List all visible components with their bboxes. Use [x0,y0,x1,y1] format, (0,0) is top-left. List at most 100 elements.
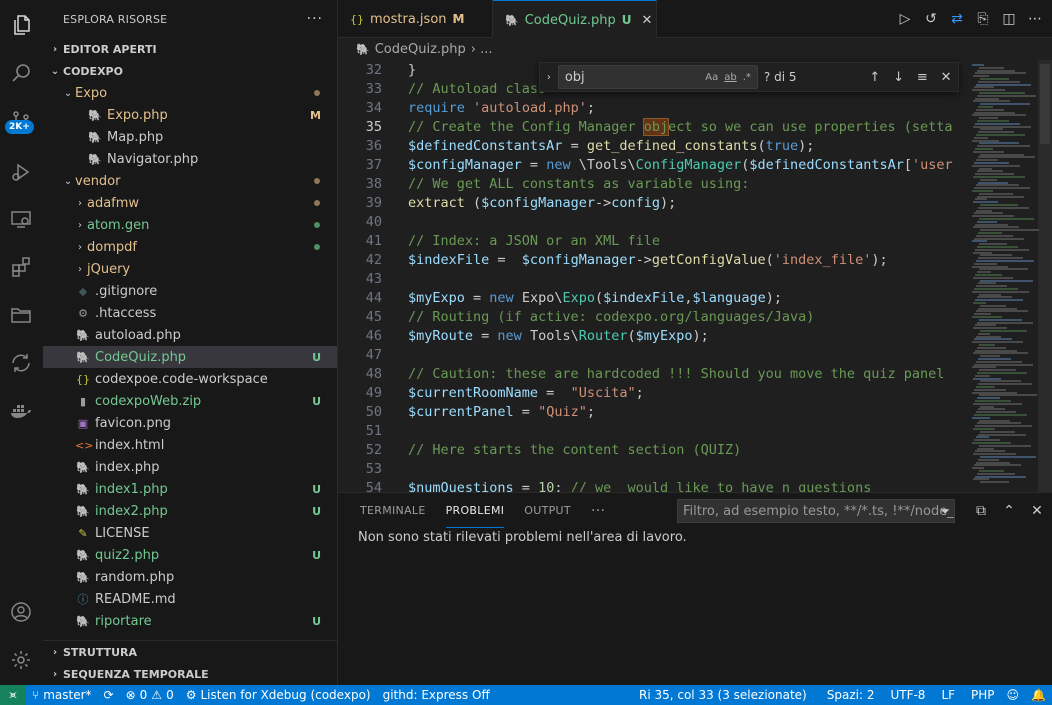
maximize-panel-chevron-up-icon[interactable]: ⌃ [1000,502,1018,520]
settings-gear-icon[interactable] [6,645,36,675]
code-line[interactable]: 43 [338,269,968,288]
tree-item[interactable]: 🐘 riportare U [43,610,337,632]
remote-explorer-icon[interactable] [6,204,36,234]
compare-changes-icon[interactable]: ⇄ [948,10,966,28]
end-of-line[interactable]: LF [935,688,961,702]
language-mode[interactable]: PHP [965,688,1001,702]
section-sequenza-temporale[interactable]: › SEQUENZA TEMPORALE [43,663,337,685]
tree-item[interactable]: 🐘 index2.php U [43,500,337,522]
code-line[interactable]: 44 $myExpo = new Expo\Expo($indexFile,$la… [338,288,968,307]
split-editor-icon[interactable]: ◫ [1000,10,1018,28]
find-input[interactable]: obj Aa ab .* [557,65,758,89]
scrollbar[interactable] [1038,60,1052,492]
section-project[interactable]: ⌄ CODEXPO [43,60,337,82]
problems-status[interactable]: ⊗ 0 ⚠ 0 [120,688,180,702]
previous-match-arrow-up-icon[interactable]: ↑ [863,70,887,85]
code-editor[interactable]: 32} 33 // Autoload class 34 require 'autoloa… [338,60,968,492]
code-line[interactable]: 34 require 'autoload.php'; [338,98,968,117]
find-in-selection-icon[interactable]: ≡ [910,70,934,85]
collapse-all-icon[interactable]: ⧉ [972,502,990,520]
whole-word-icon[interactable]: ab [724,72,736,83]
next-match-arrow-down-icon[interactable]: ↓ [887,70,911,85]
code-line[interactable]: 51 [338,421,968,440]
timeline-history-icon[interactable]: ↺ [922,10,940,28]
section-struttura[interactable]: › STRUTTURA [43,641,337,663]
code-line[interactable]: 46 $myRoute = new Tools\Router($myExpo); [338,326,968,345]
code-line[interactable]: 48 // Caution: these are hardcoded !!! Sh… [338,364,968,383]
tab-output[interactable]: OUTPUT [524,493,571,528]
filter-funnel-icon[interactable]: ⏷ [940,504,950,519]
tree-item[interactable]: 🐘 random.php [43,566,337,588]
run-debug-icon[interactable] [6,157,36,187]
tree-item[interactable]: ✎ LICENSE [43,522,337,544]
code-line[interactable]: 52 // Here starts the content section (QU… [338,440,968,459]
tree-item[interactable]: › atom.gen [43,214,337,236]
code-line[interactable]: 54 $numQuestions = 10; // we would like t… [338,478,968,493]
tree-item[interactable]: ⌄ Expo [43,82,337,104]
code-line[interactable]: 49 $currentRoomName = "Uscita"; [338,383,968,402]
toggle-replace-chevron-icon[interactable]: › [540,72,558,83]
breadcrumb-separator[interactable]: › ... [471,42,493,57]
problems-filter-input[interactable]: Filtro, ad esempio testo, **/*.ts, !**/n… [677,499,955,523]
open-changes-icon[interactable]: ⎘ [974,10,992,28]
close-icon[interactable]: ✕ [934,70,958,85]
feedback-icon[interactable]: ☺ [1001,688,1026,702]
branch-status[interactable]: ⑂ master* [26,688,98,702]
folder-icon[interactable] [6,300,36,330]
tree-item[interactable]: ▣ favicon.png [43,412,337,434]
tree-item[interactable]: 🐘 Map.php [43,126,337,148]
tree-item[interactable]: 🐘 index1.php U [43,478,337,500]
code-line[interactable]: 39 extract ($configManager->config); [338,193,968,212]
indentation[interactable]: Spazi: 2 [821,688,881,702]
sync-icon[interactable] [6,348,36,378]
regex-icon[interactable]: .* [743,72,751,83]
cursor-position[interactable]: Ri 35, col 33 (3 selezionate) [633,688,813,702]
tab-codequiz-php[interactable]: 🐘 CodeQuiz.php U ✕ [493,0,657,39]
tree-item[interactable]: 🐘 quiz2.php U [43,544,337,566]
docker-icon[interactable] [6,396,36,426]
code-line[interactable]: 50 $currentPanel = "Quiz"; [338,402,968,421]
xdebug-status[interactable]: ⚙ Listen for Xdebug (codexpo) [180,688,377,702]
code-line[interactable]: 35 // Create the Config Manager object so… [338,117,968,136]
code-line[interactable]: 38 // We get ALL constants as variable us… [338,174,968,193]
tree-item[interactable]: › dompdf [43,236,337,258]
code-line[interactable]: 40 [338,212,968,231]
githd-status[interactable]: githd: Express Off [377,688,496,702]
tree-item[interactable]: ◆ .gitignore [43,280,337,302]
tree-item[interactable]: 🐘 index.php [43,456,337,478]
tree-item[interactable]: ⓘ README.md [43,588,337,610]
remote-indicator-icon[interactable]: ⪤ [0,685,26,705]
panel-more-icon[interactable]: ··· [591,493,605,528]
code-line[interactable]: 47 [338,345,968,364]
tab-terminale[interactable]: TERMINALE [360,493,426,528]
tree-item[interactable]: ⌄ vendor [43,170,337,192]
code-line[interactable]: 37 $configManager = new \Tools\ConfigMana… [338,155,968,174]
code-line[interactable]: 41 // Index: a JSON or an XML file [338,231,968,250]
run-file-icon[interactable]: ▷ [896,10,914,28]
search-icon[interactable] [6,58,36,88]
close-icon[interactable]: ✕ [1028,502,1046,520]
tree-item[interactable]: › jQuery [43,258,337,280]
code-line[interactable]: 45 // Routing (if active: codexpo.org/lan… [338,307,968,326]
tree-item[interactable]: 🐘 CodeQuiz.php U [43,346,337,368]
match-case-icon[interactable]: Aa [705,72,718,83]
tree-item[interactable]: <> index.html [43,434,337,456]
code-line[interactable]: 53 [338,459,968,478]
scrollbar-thumb[interactable] [1040,64,1050,144]
explorer-icon[interactable] [6,10,36,40]
tree-item[interactable]: ▮ codexpoWeb.zip U [43,390,337,412]
tree-item[interactable]: 🐘 autoload.php [43,324,337,346]
encoding[interactable]: UTF-8 [884,688,931,702]
tree-item[interactable]: 🐘 Expo.php M [43,104,337,126]
tree-item[interactable]: › adafmw [43,192,337,214]
close-icon[interactable]: ✕ [642,13,653,28]
code-line[interactable]: 36 $definedConstantsAr = get_defined_cons… [338,136,968,155]
extensions-icon[interactable] [6,252,36,282]
more-actions-icon[interactable]: ⋯ [1026,10,1044,28]
tree-item[interactable]: ⚙ .htaccess [43,302,337,324]
notifications-bell-icon[interactable]: 🔔 [1025,688,1052,702]
sync-status[interactable]: ⟳ [98,688,120,702]
more-actions-icon[interactable]: ··· [307,11,323,27]
minimap[interactable] [968,60,1052,492]
account-icon[interactable] [6,597,36,627]
